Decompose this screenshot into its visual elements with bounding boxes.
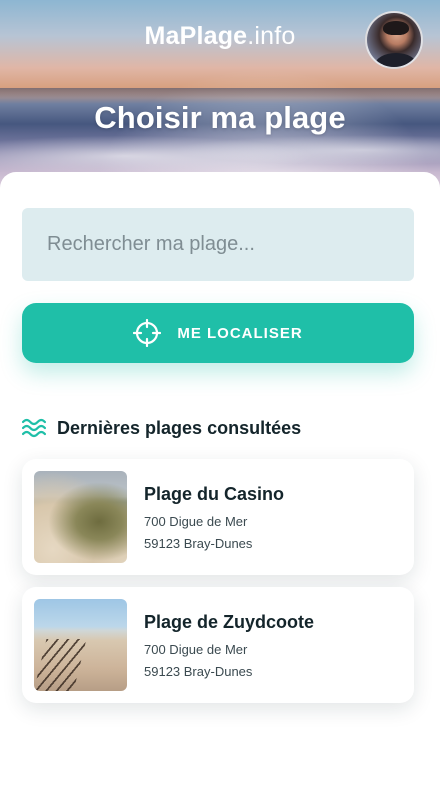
locate-me-button[interactable]: ME LOCALISER — [22, 303, 414, 363]
search-placeholder: Rechercher ma plage... — [47, 233, 255, 255]
recent-beaches-header: Dernières plages consultées — [22, 414, 422, 442]
waves-icon — [22, 418, 46, 438]
beach-address-line2: 59123 Bray-Dunes — [144, 664, 253, 679]
horizon — [0, 88, 440, 98]
locate-me-label: ME LOCALISER — [177, 324, 303, 342]
beach-address-line1: 700 Digue de Mer — [144, 514, 248, 529]
search-input[interactable]: Rechercher ma plage... — [22, 208, 414, 281]
avatar[interactable] — [365, 11, 423, 69]
beach-address-line1: 700 Digue de Mer — [144, 642, 248, 657]
beach-card[interactable]: Plage de Zuydcoote 700 Digue de Mer 5912… — [22, 587, 414, 703]
beach-card[interactable]: Plage du Casino 700 Digue de Mer 59123 B… — [22, 459, 414, 575]
beach-fence — [34, 639, 87, 691]
avatar-shirt — [375, 53, 417, 67]
logo-bold-text: MaPlage — [144, 22, 248, 50]
beach-name: Plage du Casino — [144, 484, 285, 504]
crosshair-icon — [133, 319, 162, 347]
page-title: Choisir ma plage — [94, 100, 346, 135]
beach-photo — [34, 599, 127, 691]
recent-beaches-title: Dernières plages consultées — [57, 417, 302, 438]
beach-name: Plage de Zuydcoote — [144, 612, 315, 632]
beach-address-line2: 59123 Bray-Dunes — [144, 536, 253, 551]
logo-light-text: .info — [247, 22, 296, 50]
beach-photo — [34, 471, 127, 563]
avatar-hair — [383, 21, 409, 35]
